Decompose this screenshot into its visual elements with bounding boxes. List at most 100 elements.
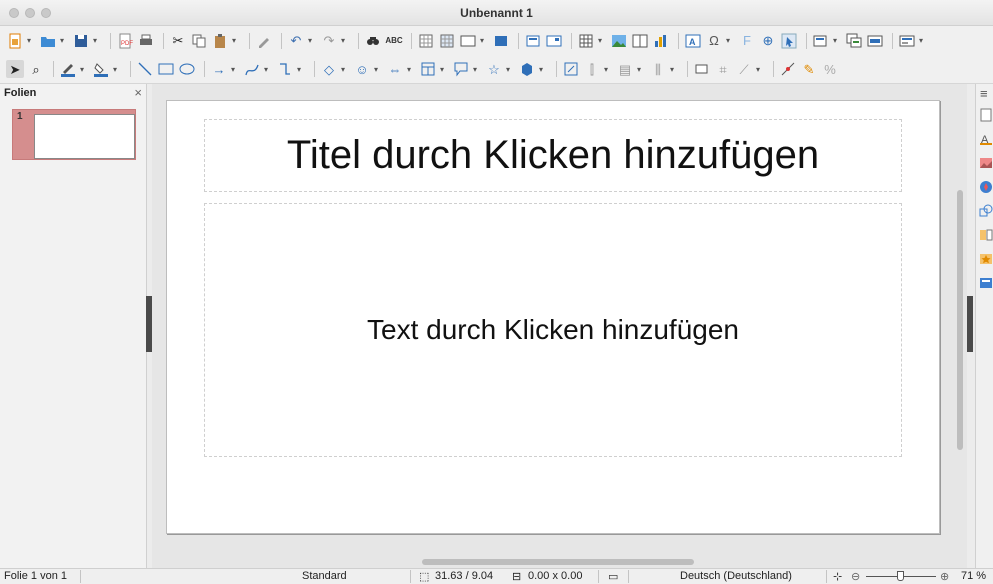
3d-objects-dropdown[interactable]: ▾	[539, 65, 547, 74]
filter-icon[interactable]: ⟋	[735, 60, 753, 78]
select-icon[interactable]: ➤	[6, 60, 24, 78]
slide-thumbnail-1[interactable]: 1	[12, 109, 136, 160]
points-icon[interactable]	[779, 60, 797, 78]
new-slide-icon[interactable]	[812, 32, 830, 50]
shadow-icon[interactable]	[693, 60, 711, 78]
body-placeholder[interactable]: Text durch Klicken hinzufügen	[204, 203, 902, 457]
document-modified-icon[interactable]: ▭	[608, 570, 618, 583]
open-dropdown[interactable]: ▾	[60, 36, 68, 45]
new-slide-dropdown[interactable]: ▾	[833, 36, 841, 45]
fit-slide-icon[interactable]: ⊹	[833, 570, 842, 583]
glue-points-icon[interactable]: ✎	[800, 60, 818, 78]
fill-color-dropdown[interactable]: ▾	[113, 65, 121, 74]
rectangle-icon[interactable]	[157, 60, 175, 78]
hyperlink-icon[interactable]: ⊕	[759, 32, 777, 50]
line-arrow-dropdown[interactable]: ▾	[231, 65, 239, 74]
new-icon[interactable]	[6, 32, 24, 50]
sidebar-collapse-handle[interactable]	[967, 296, 973, 352]
align-icon[interactable]: ⫿	[583, 60, 601, 78]
symbol-shapes-icon[interactable]: ☺	[353, 60, 371, 78]
block-arrows-icon[interactable]: ⇔	[386, 60, 404, 78]
title-placeholder[interactable]: Titel durch Klicken hinzufügen	[204, 119, 902, 192]
stars-icon[interactable]: ☆	[485, 60, 503, 78]
ellipse-icon[interactable]	[178, 60, 196, 78]
redo-icon[interactable]: ↷	[320, 32, 338, 50]
interaction-icon[interactable]	[780, 32, 798, 50]
chart-icon[interactable]	[652, 32, 670, 50]
paste-dropdown[interactable]: ▾	[232, 36, 240, 45]
print-icon[interactable]	[137, 32, 155, 50]
zoom-out-icon[interactable]: ⊖	[851, 570, 860, 583]
slide-canvas[interactable]: Titel durch Klicken hinzufügen Text durc…	[166, 100, 940, 534]
symbol-shapes-dropdown[interactable]: ▾	[374, 65, 382, 74]
start-presentation-icon[interactable]	[545, 32, 563, 50]
spelling-icon[interactable]: ABC	[385, 32, 403, 50]
line-color-icon[interactable]	[59, 60, 77, 78]
line-icon[interactable]	[136, 60, 154, 78]
line-color-dropdown[interactable]: ▾	[80, 65, 88, 74]
clone-formatting-icon[interactable]	[255, 32, 273, 50]
slide-transition-icon[interactable]	[979, 228, 993, 242]
horizontal-scrollbar-thumb[interactable]	[422, 559, 694, 565]
zoom-pan-icon[interactable]: ⌕	[27, 60, 45, 78]
crop-icon[interactable]: ⌗	[714, 60, 732, 78]
flowchart-dropdown[interactable]: ▾	[440, 65, 448, 74]
shapes-icon[interactable]	[979, 204, 993, 218]
image-icon[interactable]	[610, 32, 628, 50]
properties-icon[interactable]	[979, 108, 993, 122]
save-icon[interactable]	[72, 32, 90, 50]
display-views-dropdown[interactable]: ▾	[480, 36, 488, 45]
display-views-icon[interactable]	[459, 32, 477, 50]
master-slide-name[interactable]: Standard	[302, 570, 347, 582]
filter-dropdown[interactable]: ▾	[756, 65, 764, 74]
slide-layout-icon[interactable]	[524, 32, 542, 50]
connector-icon[interactable]	[276, 60, 294, 78]
display-grid-icon[interactable]	[417, 32, 435, 50]
duplicate-slide-icon[interactable]	[845, 32, 863, 50]
slide-layout-menu-dropdown[interactable]: ▾	[919, 36, 927, 45]
zoom-level[interactable]: 71 %	[961, 570, 986, 582]
3d-objects-icon[interactable]	[518, 60, 536, 78]
curve-icon[interactable]	[243, 60, 261, 78]
vertical-scrollbar-thumb[interactable]	[957, 190, 963, 450]
arrange-icon[interactable]: ▤	[616, 60, 634, 78]
stars-dropdown[interactable]: ▾	[506, 65, 514, 74]
arrange-dropdown[interactable]: ▾	[637, 65, 645, 74]
flowchart-icon[interactable]	[419, 60, 437, 78]
paste-icon[interactable]	[211, 32, 229, 50]
slide-layout-menu-icon[interactable]	[898, 32, 916, 50]
basic-shapes-icon[interactable]: ◇	[320, 60, 338, 78]
toggle-extrusion-icon[interactable]: %	[821, 60, 839, 78]
styles-icon[interactable]: A	[979, 132, 993, 146]
connector-dropdown[interactable]: ▾	[297, 65, 305, 74]
master-slide-icon[interactable]	[492, 32, 510, 50]
redo-dropdown[interactable]: ▾	[341, 36, 349, 45]
distribute-dropdown[interactable]: ▾	[670, 65, 678, 74]
gallery-icon[interactable]	[979, 156, 993, 170]
basic-shapes-dropdown[interactable]: ▾	[341, 65, 349, 74]
navigator-icon[interactable]	[979, 180, 993, 194]
fill-color-icon[interactable]	[92, 60, 110, 78]
zoom-in-icon[interactable]: ⊕	[940, 570, 949, 583]
delete-slide-icon[interactable]	[866, 32, 884, 50]
export-pdf-icon[interactable]: PDF	[116, 32, 134, 50]
rotate-icon[interactable]	[562, 60, 580, 78]
undo-icon[interactable]: ↶	[287, 32, 305, 50]
callouts-icon[interactable]	[452, 60, 470, 78]
curve-dropdown[interactable]: ▾	[264, 65, 272, 74]
animation-icon[interactable]	[979, 252, 993, 266]
find-replace-icon[interactable]	[364, 32, 382, 50]
copy-icon[interactable]	[190, 32, 208, 50]
media-icon[interactable]	[631, 32, 649, 50]
save-dropdown[interactable]: ▾	[93, 36, 101, 45]
cut-icon[interactable]: ✂	[169, 32, 187, 50]
master-slides-icon[interactable]	[979, 276, 993, 290]
textbox-icon[interactable]: A	[684, 32, 702, 50]
open-icon[interactable]	[39, 32, 57, 50]
sidebar-menu-icon[interactable]: ≡	[980, 86, 988, 101]
special-character-dropdown[interactable]: ▾	[726, 36, 734, 45]
new-dropdown[interactable]: ▾	[27, 36, 35, 45]
line-arrow-icon[interactable]: →	[210, 60, 228, 78]
align-dropdown[interactable]: ▾	[604, 65, 612, 74]
block-arrows-dropdown[interactable]: ▾	[407, 65, 415, 74]
